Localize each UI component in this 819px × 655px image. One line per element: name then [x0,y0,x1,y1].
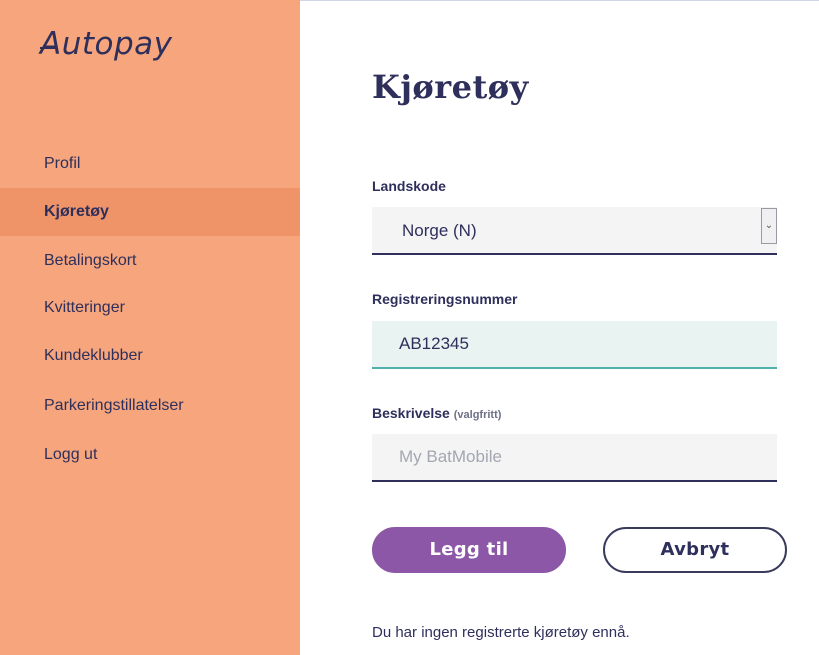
logo-dash-icon [40,47,55,49]
sidebar-item-kundeklubber[interactable]: Kundeklubber [0,332,300,380]
sidebar-item-label: Kvitteringer [44,299,125,316]
country-select[interactable]: Norge (N) ⌄ [372,207,777,255]
sidebar-item-profil[interactable]: Profil [0,140,300,188]
sidebar-item-label: Kjøretøy [44,203,109,220]
registration-label: Registreringsnummer [372,291,518,307]
sidebar-item-betalingskort[interactable]: Betalingskort [0,237,300,285]
sidebar-item-kjoretoy[interactable]: Kjøretøy [0,188,300,236]
description-label: Beskrivelse (valgfritt) [372,405,501,421]
chevron-down-icon[interactable]: ⌄ [761,208,777,244]
sidebar-item-label: Kundeklubber [44,347,143,364]
autopay-logo[interactable]: Autopay [40,26,173,62]
sidebar: Autopay Profil Kjøretøy Betalingskort Kv… [0,0,300,655]
sidebar-item-label: Parkeringstillatelser [44,397,184,414]
description-input[interactable] [372,434,777,482]
sidebar-item-label: Profil [44,155,81,172]
sidebar-item-parkeringstillatelser[interactable]: Parkeringstillatelser [0,382,300,430]
app-root: Autopay Profil Kjøretøy Betalingskort Kv… [0,0,819,655]
country-select-value: Norge (N) [402,221,477,240]
cancel-button[interactable]: Avbryt [603,527,787,573]
description-label-text: Beskrivelse [372,405,450,421]
add-vehicle-button[interactable]: Legg til [372,527,566,573]
empty-state-message: Du har ingen registrerte kjøretøy ennå. [372,624,630,641]
logo-text: Autopay [40,26,173,62]
sidebar-item-label: Logg ut [44,446,98,463]
registration-input[interactable] [372,321,777,369]
sidebar-item-kvitteringer[interactable]: Kvitteringer [0,284,300,332]
sidebar-item-logg-ut[interactable]: Logg ut [0,431,300,479]
sidebar-item-label: Betalingskort [44,252,137,269]
description-optional-hint: (valgfritt) [453,409,502,421]
page-title: Kjøretøy [372,68,529,106]
top-divider [300,0,819,1]
country-label: Landskode [372,178,446,194]
